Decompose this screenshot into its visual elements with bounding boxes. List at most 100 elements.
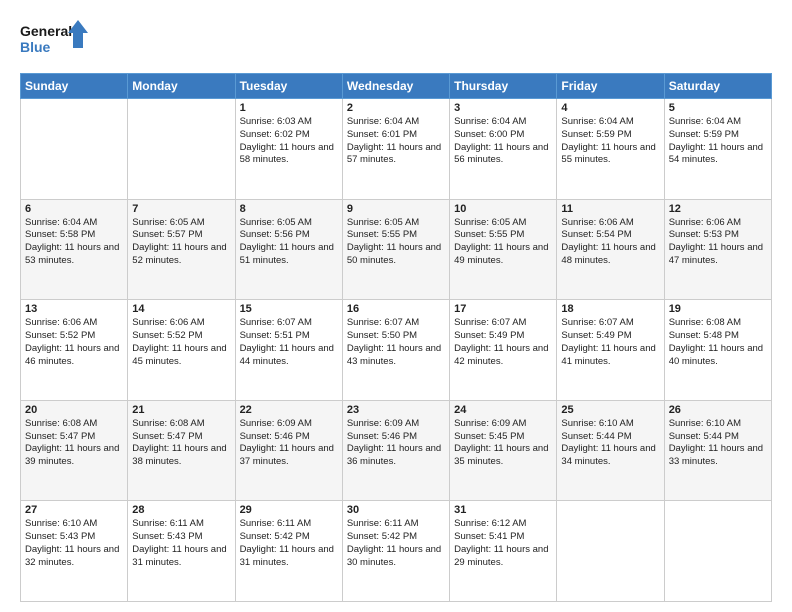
calendar-cell: 26 Sunrise: 6:10 AM Sunset: 5:44 PM Dayli… — [664, 400, 771, 501]
calendar-cell: 12Sunrise: 6:06 AM Sunset: 5:53 PM Dayli… — [664, 199, 771, 300]
calendar-cell: 20Sunrise: 6:08 AM Sunset: 5:47 PM Dayli… — [21, 400, 128, 501]
day-number: 24 — [454, 404, 552, 416]
day-number: 25 — [561, 404, 659, 416]
calendar-cell: 28 Sunrise: 6:11 AM Sunset: 5:43 PM Dayli… — [128, 501, 235, 602]
day-number: 17 — [454, 303, 552, 315]
logo-svg: General Blue — [20, 18, 90, 63]
cell-content: Sunrise: 6:09 AM Sunset: 5:46 PM Dayligh… — [240, 418, 338, 469]
calendar-cell: 18 Sunrise: 6:07 AM Sunset: 5:49 PM Dayli… — [557, 300, 664, 401]
cell-content: Sunrise: 6:04 AM Sunset: 5:59 PM Dayligh… — [669, 116, 767, 167]
calendar-cell: 8 Sunrise: 6:05 AM Sunset: 5:56 PM Daylig… — [235, 199, 342, 300]
calendar-cell: 7Sunrise: 6:05 AM Sunset: 5:57 PM Daylig… — [128, 199, 235, 300]
day-number: 5 — [669, 102, 767, 114]
day-number: 28 — [132, 504, 230, 516]
calendar-cell: 5 Sunrise: 6:04 AM Sunset: 5:59 PM Daylig… — [664, 99, 771, 200]
day-number: 21 — [132, 404, 230, 416]
day-number: 13 — [25, 303, 123, 315]
cell-content: Sunrise: 6:05 AM Sunset: 5:57 PM Dayligh… — [132, 217, 230, 268]
cell-content: Sunrise: 6:10 AM Sunset: 5:44 PM Dayligh… — [669, 418, 767, 469]
calendar-cell: 23 Sunrise: 6:09 AM Sunset: 5:46 PM Dayli… — [342, 400, 449, 501]
day-number: 2 — [347, 102, 445, 114]
calendar-cell: 29Sunrise: 6:11 AM Sunset: 5:42 PM Dayli… — [235, 501, 342, 602]
day-number: 11 — [561, 203, 659, 215]
calendar-cell: 9 Sunrise: 6:05 AM Sunset: 5:55 PM Daylig… — [342, 199, 449, 300]
day-number: 27 — [25, 504, 123, 516]
cell-content: Sunrise: 6:11 AM Sunset: 5:42 PM Dayligh… — [347, 518, 445, 569]
cell-content: Sunrise: 6:04 AM Sunset: 6:00 PM Dayligh… — [454, 116, 552, 167]
day-number: 19 — [669, 303, 767, 315]
cell-content: Sunrise: 6:11 AM Sunset: 5:42 PM Dayligh… — [240, 518, 338, 569]
week-row-1: 6 Sunrise: 6:04 AM Sunset: 5:58 PM Daylig… — [21, 199, 772, 300]
cell-content: Sunrise: 6:07 AM Sunset: 5:49 PM Dayligh… — [561, 317, 659, 368]
calendar-cell: 4 Sunrise: 6:04 AM Sunset: 5:59 PM Daylig… — [557, 99, 664, 200]
day-number: 23 — [347, 404, 445, 416]
calendar-cell: 21 Sunrise: 6:08 AM Sunset: 5:47 PM Dayli… — [128, 400, 235, 501]
calendar-cell — [128, 99, 235, 200]
day-number: 4 — [561, 102, 659, 114]
calendar-cell: 15 Sunrise: 6:07 AM Sunset: 5:51 PM Dayli… — [235, 300, 342, 401]
calendar-cell — [557, 501, 664, 602]
day-number: 16 — [347, 303, 445, 315]
day-number: 30 — [347, 504, 445, 516]
weekday-header-friday: Friday — [557, 74, 664, 99]
cell-content: Sunrise: 6:06 AM Sunset: 5:52 PM Dayligh… — [25, 317, 123, 368]
cell-content: Sunrise: 6:05 AM Sunset: 5:56 PM Dayligh… — [240, 217, 338, 268]
day-number: 8 — [240, 203, 338, 215]
day-number: 31 — [454, 504, 552, 516]
cell-content: Sunrise: 6:10 AM Sunset: 5:43 PM Dayligh… — [25, 518, 123, 569]
cell-content: Sunrise: 6:04 AM Sunset: 5:59 PM Dayligh… — [561, 116, 659, 167]
calendar-cell: 10 Sunrise: 6:05 AM Sunset: 5:55 PM Dayli… — [450, 199, 557, 300]
week-row-4: 27 Sunrise: 6:10 AM Sunset: 5:43 PM Dayli… — [21, 501, 772, 602]
cell-content: Sunrise: 6:08 AM Sunset: 5:47 PM Dayligh… — [25, 418, 123, 469]
day-number: 9 — [347, 203, 445, 215]
weekday-header-thursday: Thursday — [450, 74, 557, 99]
cell-content: Sunrise: 6:07 AM Sunset: 5:51 PM Dayligh… — [240, 317, 338, 368]
page: General Blue SundayMondayTuesdayWednesda… — [0, 0, 792, 612]
day-number: 6 — [25, 203, 123, 215]
calendar-cell: 24 Sunrise: 6:09 AM Sunset: 5:45 PM Dayli… — [450, 400, 557, 501]
calendar-cell: 31 Sunrise: 6:12 AM Sunset: 5:41 PM Dayli… — [450, 501, 557, 602]
day-number: 15 — [240, 303, 338, 315]
calendar-cell: 14Sunrise: 6:06 AM Sunset: 5:52 PM Dayli… — [128, 300, 235, 401]
day-number: 12 — [669, 203, 767, 215]
calendar-cell — [21, 99, 128, 200]
calendar-cell: 25 Sunrise: 6:10 AM Sunset: 5:44 PM Dayli… — [557, 400, 664, 501]
cell-content: Sunrise: 6:05 AM Sunset: 5:55 PM Dayligh… — [454, 217, 552, 268]
cell-content: Sunrise: 6:06 AM Sunset: 5:54 PM Dayligh… — [561, 217, 659, 268]
day-number: 14 — [132, 303, 230, 315]
cell-content: Sunrise: 6:04 AM Sunset: 6:01 PM Dayligh… — [347, 116, 445, 167]
day-number: 1 — [240, 102, 338, 114]
cell-content: Sunrise: 6:11 AM Sunset: 5:43 PM Dayligh… — [132, 518, 230, 569]
calendar-cell: 16Sunrise: 6:07 AM Sunset: 5:50 PM Dayli… — [342, 300, 449, 401]
cell-content: Sunrise: 6:09 AM Sunset: 5:46 PM Dayligh… — [347, 418, 445, 469]
cell-content: Sunrise: 6:09 AM Sunset: 5:45 PM Dayligh… — [454, 418, 552, 469]
calendar-cell: 13 Sunrise: 6:06 AM Sunset: 5:52 PM Dayli… — [21, 300, 128, 401]
cell-content: Sunrise: 6:04 AM Sunset: 5:58 PM Dayligh… — [25, 217, 123, 268]
header: General Blue — [20, 18, 772, 63]
day-number: 26 — [669, 404, 767, 416]
calendar-cell — [664, 501, 771, 602]
calendar-cell: 19 Sunrise: 6:08 AM Sunset: 5:48 PM Dayli… — [664, 300, 771, 401]
calendar-cell: 27 Sunrise: 6:10 AM Sunset: 5:43 PM Dayli… — [21, 501, 128, 602]
cell-content: Sunrise: 6:07 AM Sunset: 5:49 PM Dayligh… — [454, 317, 552, 368]
weekday-header-sunday: Sunday — [21, 74, 128, 99]
week-row-2: 13 Sunrise: 6:06 AM Sunset: 5:52 PM Dayli… — [21, 300, 772, 401]
week-row-3: 20Sunrise: 6:08 AM Sunset: 5:47 PM Dayli… — [21, 400, 772, 501]
calendar-cell: 30 Sunrise: 6:11 AM Sunset: 5:42 PM Dayli… — [342, 501, 449, 602]
cell-content: Sunrise: 6:05 AM Sunset: 5:55 PM Dayligh… — [347, 217, 445, 268]
weekday-header-saturday: Saturday — [664, 74, 771, 99]
cell-content: Sunrise: 6:03 AM Sunset: 6:02 PM Dayligh… — [240, 116, 338, 167]
cell-content: Sunrise: 6:08 AM Sunset: 5:48 PM Dayligh… — [669, 317, 767, 368]
day-number: 10 — [454, 203, 552, 215]
weekday-header-wednesday: Wednesday — [342, 74, 449, 99]
calendar-cell: 1 Sunrise: 6:03 AM Sunset: 6:02 PM Daylig… — [235, 99, 342, 200]
calendar-table: SundayMondayTuesdayWednesdayThursdayFrid… — [20, 73, 772, 602]
logo: General Blue — [20, 18, 90, 63]
cell-content: Sunrise: 6:10 AM Sunset: 5:44 PM Dayligh… — [561, 418, 659, 469]
calendar-cell: 11 Sunrise: 6:06 AM Sunset: 5:54 PM Dayli… — [557, 199, 664, 300]
cell-content: Sunrise: 6:08 AM Sunset: 5:47 PM Dayligh… — [132, 418, 230, 469]
calendar-cell: 17 Sunrise: 6:07 AM Sunset: 5:49 PM Dayli… — [450, 300, 557, 401]
day-number: 18 — [561, 303, 659, 315]
cell-content: Sunrise: 6:12 AM Sunset: 5:41 PM Dayligh… — [454, 518, 552, 569]
calendar-cell: 2 Sunrise: 6:04 AM Sunset: 6:01 PM Daylig… — [342, 99, 449, 200]
